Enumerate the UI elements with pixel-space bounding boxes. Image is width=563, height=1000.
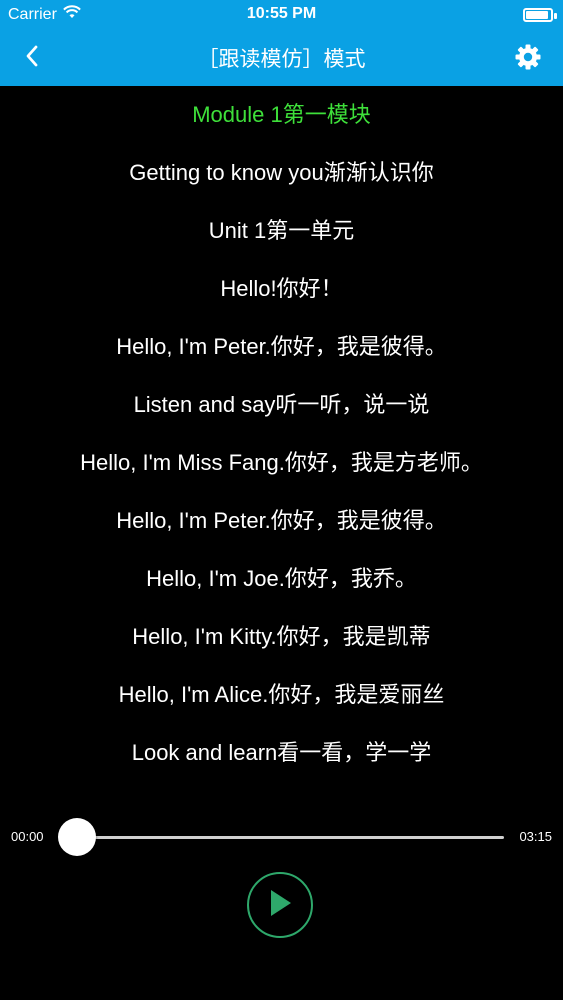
back-button[interactable]	[14, 42, 50, 74]
battery-level	[526, 11, 548, 19]
lyric-line[interactable]: Hello, I'm Kitty.你好，我是凯蒂	[0, 608, 563, 666]
battery-icon	[523, 8, 557, 22]
settings-button[interactable]	[511, 42, 545, 76]
lyric-line[interactable]: Hello, I'm Alice.你好，我是爱丽丝	[0, 666, 563, 724]
chevron-left-icon	[25, 45, 39, 72]
lyric-line[interactable]: Hello, I'm Peter.你好，我是彼得。	[0, 318, 563, 376]
lyrics-list: Module 1第一模块 Getting to know you渐渐认识你 Un…	[0, 86, 563, 782]
status-time: 10:55 PM	[246, 5, 317, 22]
lyric-line[interactable]: Unit 1第一单元	[0, 202, 563, 260]
audio-player: 00:00 03:15	[0, 810, 563, 1000]
progress-slider[interactable]	[62, 836, 504, 839]
duration-time: 03:15	[519, 829, 552, 844]
page-title: ［跟读模仿］模式	[197, 48, 366, 71]
lyric-line[interactable]: Getting to know you渐渐认识你	[0, 144, 563, 202]
play-icon	[267, 888, 293, 923]
navigation-bar: ［跟读模仿］模式	[0, 30, 563, 86]
gear-icon	[514, 43, 542, 76]
lyric-line[interactable]: Module 1第一模块	[0, 86, 563, 144]
lyric-line[interactable]: Hello, I'm Peter.你好，我是彼得。	[0, 492, 563, 550]
lyric-line[interactable]: Hello!你好！	[0, 260, 563, 318]
status-bar: Carrier 10:55 PM	[0, 0, 563, 30]
current-time: 00:00	[11, 829, 44, 844]
play-button[interactable]	[247, 872, 313, 938]
lyric-line[interactable]: Hello, I'm Joe.你好，我乔。	[0, 550, 563, 608]
lyric-line[interactable]: Listen and say听一听，说一说	[0, 376, 563, 434]
progress-thumb[interactable]	[58, 818, 96, 856]
lyric-line[interactable]: Hello, I'm Miss Fang.你好，我是方老师。	[0, 434, 563, 492]
lyric-line[interactable]: Look and learn看一看，学一学	[0, 724, 563, 782]
